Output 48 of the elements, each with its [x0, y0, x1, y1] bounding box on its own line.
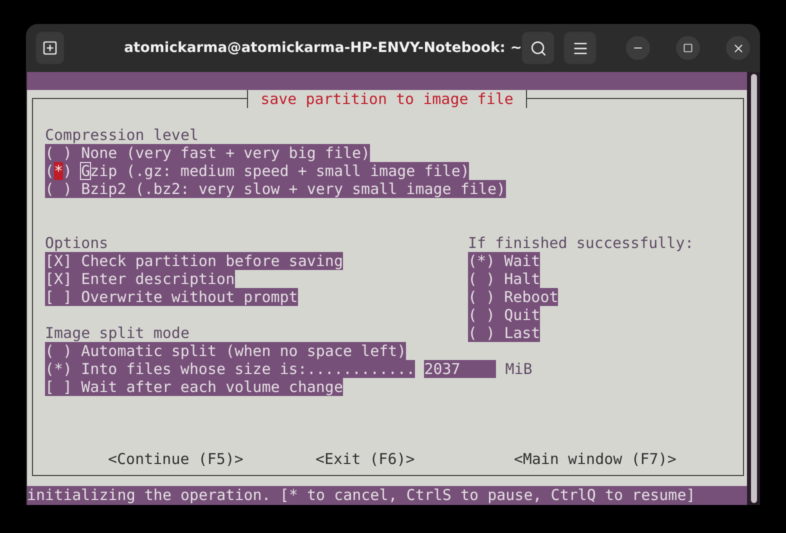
checkbox-indicator[interactable]: [X]: [45, 270, 72, 288]
maximize-button[interactable]: [676, 36, 700, 60]
search-button[interactable]: [522, 32, 554, 64]
checkbox-indicator[interactable]: [ ]: [45, 288, 72, 306]
option-label[interactable]: Wait after each volume change: [72, 378, 343, 396]
section-label: Compression level: [45, 126, 199, 144]
menu-button[interactable]: [564, 32, 596, 64]
status-text: initializing the operation. [* to cancel, CtrlS to pause, CtrlQ to resume]: [27, 486, 696, 504]
checkbox-indicator[interactable]: [ ]: [45, 378, 72, 396]
section-label: Image split mode: [45, 324, 190, 342]
close-icon: [732, 42, 744, 54]
option-label[interactable]: Halt: [495, 270, 540, 288]
section-label: Options: [45, 234, 108, 252]
maximize-icon: [683, 43, 693, 53]
radio-indicator[interactable]: ( ): [45, 144, 72, 162]
option-label[interactable]: Into files whose size is:............: [72, 360, 416, 378]
option-label[interactable]: Enter description: [72, 270, 235, 288]
dialog-button[interactable]: <Exit (F6)>: [315, 450, 415, 468]
radio-indicator[interactable]: ( ): [468, 306, 496, 324]
size-field[interactable]: 2037: [424, 360, 496, 378]
option-label[interactable]: Reboot: [495, 288, 558, 306]
option-label[interactable]: Bzip2 (.bz2: very slow + very small image file): [72, 180, 506, 198]
option-label[interactable]: Automatic split (when no space left): [72, 342, 406, 360]
option-label[interactable]: Quit: [495, 306, 540, 324]
radio-indicator[interactable]: (*): [45, 360, 72, 378]
option-label[interactable]: Check partition before saving: [72, 252, 343, 270]
radio-indicator[interactable]: ( ): [45, 342, 72, 360]
option-label[interactable]: Last: [495, 324, 540, 342]
unit-label: MiB: [505, 360, 532, 378]
radio-indicator[interactable]: ( ): [468, 270, 496, 288]
plus-square-icon: [42, 40, 58, 56]
dialog-button[interactable]: <Continue (F5)>: [108, 450, 244, 468]
radio-indicator[interactable]: ( ): [468, 288, 496, 306]
option-label[interactable]: Overwrite without prompt: [72, 288, 298, 306]
search-icon: [530, 40, 546, 56]
radio-indicator[interactable]: (*): [468, 252, 496, 270]
new-tab-button[interactable]: [36, 32, 64, 64]
dialog-button[interactable]: <Main window (F7)>: [514, 450, 676, 468]
radio-indicator[interactable]: ( ): [468, 324, 496, 342]
checkbox-indicator[interactable]: [X]: [45, 252, 72, 270]
close-button[interactable]: [726, 36, 750, 60]
radio-indicator[interactable]: (*): [45, 162, 72, 180]
section-label: If finished successfully:: [468, 234, 694, 252]
window-title: atomickarma@atomickarma-HP-ENVY-Notebook: ~: [124, 38, 522, 58]
option-label[interactable]: None (very fast + very big file): [72, 144, 370, 162]
radio-indicator[interactable]: ( ): [45, 180, 72, 198]
option-label[interactable]: Wait: [495, 252, 540, 270]
dialog-title: save partition to image file: [246, 90, 528, 108]
